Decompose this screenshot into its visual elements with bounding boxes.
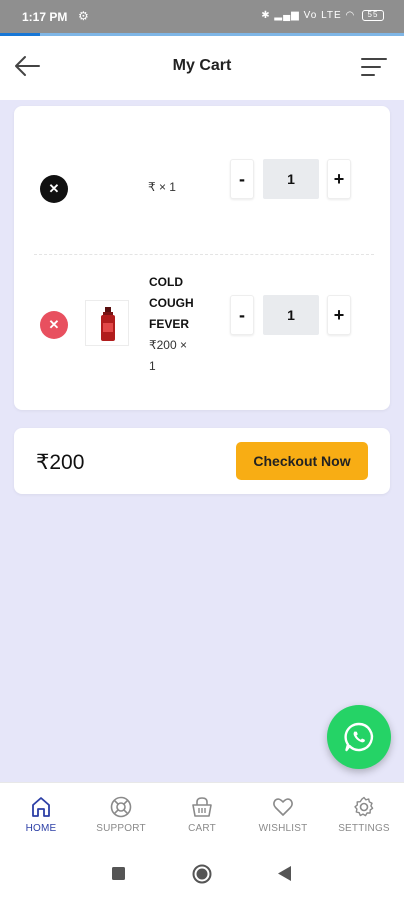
total-amount: ₹200 <box>36 451 85 474</box>
checkout-button[interactable]: Checkout Now <box>236 442 368 480</box>
gear-icon <box>354 796 374 817</box>
circle-icon <box>192 864 212 884</box>
nav-support-label: SUPPORT <box>96 823 146 834</box>
cart-items-card: ✕ ₹ × 1 - 1 + ✕ COLD COUGH FEVER ₹200 × … <box>14 106 390 410</box>
nav-settings[interactable]: SETTINGS <box>324 783 404 847</box>
quantity-value: 1 <box>263 295 319 335</box>
whatsapp-button[interactable] <box>327 705 391 769</box>
order-summary-card: ₹200 Checkout Now <box>14 428 390 494</box>
item-name-line: COLD <box>149 275 183 289</box>
system-navigation-bar <box>0 846 404 900</box>
product-thumbnail[interactable] <box>85 300 129 346</box>
quantity-value: 1 <box>263 159 319 199</box>
nav-support[interactable]: SUPPORT <box>81 783 161 847</box>
item-divider <box>34 254 374 255</box>
decrease-quantity-button[interactable]: - <box>230 295 254 335</box>
remove-item-button[interactable]: ✕ <box>40 175 68 203</box>
menu-button[interactable] <box>360 54 388 80</box>
lifebuoy-icon <box>110 796 132 818</box>
volte-label: Vo LTE <box>303 10 342 22</box>
nav-home[interactable]: HOME <box>1 783 81 847</box>
nav-cart-label: CART <box>188 823 216 834</box>
increase-quantity-button[interactable]: + <box>327 159 351 199</box>
bluetooth-icon: ✱ <box>261 10 271 22</box>
cart-item-qty-text: 1 <box>149 359 156 373</box>
triangle-back-icon <box>278 866 291 881</box>
system-back-button[interactable] <box>278 866 291 886</box>
cart-item-price: ₹200 × <box>149 338 187 352</box>
home-icon <box>32 797 50 817</box>
app-header: My Cart <box>0 36 404 100</box>
medicine-bottle-image <box>101 307 115 341</box>
hamburger-menu-icon <box>361 58 387 76</box>
decrease-quantity-button[interactable]: - <box>230 159 254 199</box>
item-name-line: COUGH <box>149 296 194 310</box>
whatsapp-icon <box>344 722 374 752</box>
close-icon: ✕ <box>48 317 60 332</box>
cart-item-details: COLD COUGH FEVER ₹200 × 1 <box>149 272 194 377</box>
nav-cart[interactable]: CART <box>162 783 242 847</box>
status-bar: 1:17 PM ⚙ ✱ ▂▄▆ Vo LTE ◠ 55 <box>0 0 404 33</box>
remove-item-button[interactable]: ✕ <box>40 311 68 339</box>
bottom-navigation: HOME SUPPORT CART WISHLIST SETTINGS <box>0 782 404 846</box>
heart-icon <box>273 798 293 816</box>
increase-quantity-button[interactable]: + <box>327 295 351 335</box>
status-settings-icon: ⚙ <box>78 9 89 23</box>
signal-icon: ▂▄▆ <box>274 10 300 22</box>
system-home-button[interactable] <box>192 864 212 889</box>
wifi-icon: ◠ <box>345 10 356 22</box>
nav-wishlist[interactable]: WISHLIST <box>243 783 323 847</box>
status-time: 1:17 PM <box>22 10 68 24</box>
nav-settings-label: SETTINGS <box>338 823 390 834</box>
battery-icon: 55 <box>362 10 384 21</box>
basket-icon <box>192 797 212 817</box>
status-icons: ✱ ▂▄▆ Vo LTE ◠ 55 <box>261 10 384 21</box>
recents-button[interactable] <box>112 867 125 885</box>
nav-wishlist-label: WISHLIST <box>258 823 308 834</box>
nav-home-label: HOME <box>25 823 57 834</box>
cart-item-price: ₹ × 1 <box>148 180 176 194</box>
page-title: My Cart <box>172 57 232 74</box>
close-icon: ✕ <box>48 181 60 196</box>
square-icon <box>112 867 125 880</box>
item-name-line: FEVER <box>149 317 190 331</box>
